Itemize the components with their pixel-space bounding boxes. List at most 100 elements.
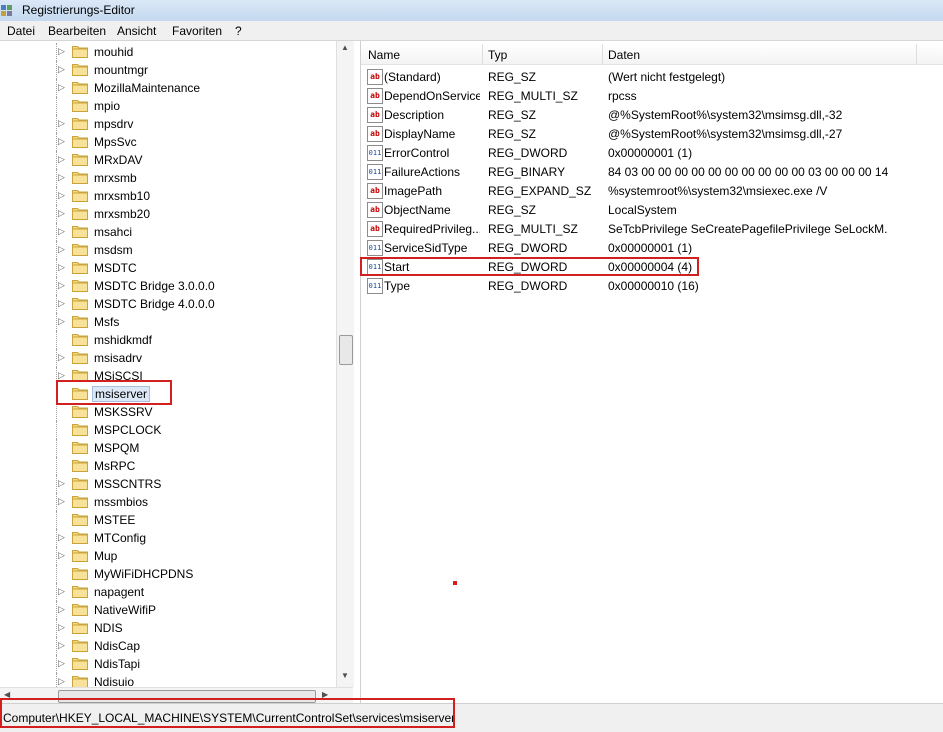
expand-arrow-icon[interactable]: ▷ (58, 208, 65, 219)
value-name: ImagePath (384, 184, 443, 198)
expand-arrow-icon[interactable]: ▷ (58, 658, 65, 669)
value-row[interactable]: 011 ErrorControl REG_DWORD 0x00000001 (1) (361, 143, 943, 162)
scroll-thumb[interactable] (339, 335, 353, 365)
expand-arrow-icon[interactable]: ▷ (58, 316, 65, 327)
expand-arrow-icon[interactable]: ▷ (58, 262, 65, 273)
expand-arrow-icon[interactable]: ▷ (58, 676, 65, 687)
tree-item[interactable]: mpio (0, 97, 336, 115)
tree-item[interactable]: ▷ mouhid (0, 43, 336, 61)
column-header-data[interactable]: Daten (608, 48, 640, 62)
tree-line (56, 457, 58, 475)
expand-arrow-icon[interactable]: ▷ (58, 604, 65, 615)
value-row[interactable]: 011 FailureActions REG_BINARY 84 03 00 00 0… (361, 162, 943, 181)
value-name: (Standard) (384, 70, 441, 84)
expand-arrow-icon[interactable]: ▷ (58, 352, 65, 363)
expand-arrow-icon[interactable]: ▷ (58, 280, 65, 291)
tree-item[interactable]: ▷ mrxsmb (0, 169, 336, 187)
tree-item[interactable]: ▷ NativeWifiP (0, 601, 336, 619)
menu-datei[interactable]: Datei (7, 24, 35, 38)
folder-icon (72, 298, 88, 310)
binary-value-icon: 011 (367, 145, 383, 161)
expand-arrow-icon[interactable]: ▷ (58, 622, 65, 633)
tree-item[interactable]: ▷ MSDTC (0, 259, 336, 277)
expand-arrow-icon[interactable]: ▷ (58, 46, 65, 57)
folder-icon (72, 424, 88, 436)
tree-item[interactable]: ▷ Msfs (0, 313, 336, 331)
tree-item[interactable]: ▷ msdsm (0, 241, 336, 259)
value-name: DependOnService (384, 89, 480, 103)
menu-help[interactable]: ? (235, 24, 242, 38)
expand-arrow-icon[interactable]: ▷ (58, 244, 65, 255)
expand-arrow-icon[interactable]: ▷ (58, 154, 65, 165)
expand-arrow-icon[interactable]: ▷ (58, 496, 65, 507)
expand-arrow-icon[interactable]: ▷ (58, 478, 65, 489)
menu-bearbeiten[interactable]: Bearbeiten (48, 24, 106, 38)
tree-vertical-scrollbar[interactable]: ▲ ▼ (336, 41, 354, 687)
tree-item-label: MSKSSRV (94, 405, 153, 419)
tree-item[interactable]: ▷ MRxDAV (0, 151, 336, 169)
tree-item[interactable]: ▷ MTConfig (0, 529, 336, 547)
menu-favoriten[interactable]: Favoriten (172, 24, 222, 38)
tree-item[interactable]: mshidkmdf (0, 331, 336, 349)
value-row[interactable]: ab DisplayName REG_SZ @%SystemRoot%\system3… (361, 124, 943, 143)
expand-arrow-icon[interactable]: ▷ (58, 640, 65, 651)
expand-arrow-icon[interactable]: ▷ (58, 82, 65, 93)
expand-arrow-icon[interactable]: ▷ (58, 550, 65, 561)
value-row[interactable]: 011 ServiceSidType REG_DWORD 0x00000001 (1) (361, 238, 943, 257)
expand-arrow-icon[interactable]: ▷ (58, 64, 65, 75)
tree-item[interactable]: ▷ NdisTapi (0, 655, 336, 673)
value-row[interactable]: ab (Standard) REG_SZ (Wert nicht festgelegt… (361, 67, 943, 86)
tree-item[interactable]: ▷ napagent (0, 583, 336, 601)
tree-item[interactable]: ▷ MpsSvc (0, 133, 336, 151)
tree-item[interactable]: ▷ MSDTC Bridge 3.0.0.0 (0, 277, 336, 295)
expand-arrow-icon[interactable]: ▷ (58, 172, 65, 183)
tree-item[interactable]: MsRPC (0, 457, 336, 475)
scroll-down-arrow-icon[interactable]: ▼ (341, 671, 349, 680)
value-row[interactable]: ab ImagePath REG_EXPAND_SZ %systemroot%\sys… (361, 181, 943, 200)
tree-item[interactable]: ▷ mrxsmb20 (0, 205, 336, 223)
value-data: %systemroot%\system32\msiexec.exe /V (608, 184, 828, 198)
expand-arrow-icon[interactable]: ▷ (58, 298, 65, 309)
tree-item[interactable]: MSPQM (0, 439, 336, 457)
value-row[interactable]: ab ObjectName REG_SZ LocalSystem (361, 200, 943, 219)
tree-item-label: mrxsmb10 (94, 189, 151, 203)
string-value-icon: ab (367, 221, 383, 237)
expand-arrow-icon[interactable]: ▷ (58, 532, 65, 543)
tree-item[interactable]: ▷ MozillaMaintenance (0, 79, 336, 97)
expand-arrow-icon[interactable]: ▷ (58, 226, 65, 237)
tree-item[interactable]: ▷ Mup (0, 547, 336, 565)
value-row[interactable]: ab DependOnService REG_MULTI_SZ rpcss (361, 86, 943, 105)
tree-item[interactable]: ▷ MSSCNTRS (0, 475, 336, 493)
tree-line (56, 439, 58, 457)
expand-arrow-icon[interactable]: ▷ (58, 586, 65, 597)
tree-item[interactable]: MSTEE (0, 511, 336, 529)
menu-ansicht[interactable]: Ansicht (117, 24, 156, 38)
tree-item[interactable]: MSKSSRV (0, 403, 336, 421)
tree-item[interactable]: MyWiFiDHCPDNS (0, 565, 336, 583)
value-row[interactable]: 011 Type REG_DWORD 0x00000010 (16) (361, 276, 943, 295)
key-tree[interactable]: ▷ mouhid ▷ mountmgr ▷ MozillaMaintenance mpio ▷… (0, 41, 353, 701)
tree-item[interactable]: ▷ mpsdrv (0, 115, 336, 133)
tree-item[interactable]: ▷ mrxsmb10 (0, 187, 336, 205)
tree-item[interactable]: ▷ mountmgr (0, 61, 336, 79)
expand-arrow-icon[interactable]: ▷ (58, 118, 65, 129)
tree-item-label: NDIS (94, 621, 123, 635)
tree-item[interactable]: ▷ msisadrv (0, 349, 336, 367)
tree-item[interactable]: ▷ NDIS (0, 619, 336, 637)
tree-item-label: mrxsmb (94, 171, 137, 185)
column-header-name[interactable]: Name (368, 48, 400, 62)
tree-item[interactable]: ▷ msahci (0, 223, 336, 241)
value-row[interactable]: ab Description REG_SZ @%SystemRoot%\system3… (361, 105, 943, 124)
column-header-type[interactable]: Typ (488, 48, 507, 62)
tree-item[interactable]: MSPCLOCK (0, 421, 336, 439)
folder-icon (72, 568, 88, 580)
tree-item[interactable]: ▷ NdisCap (0, 637, 336, 655)
expand-arrow-icon[interactable]: ▷ (58, 136, 65, 147)
value-type: REG_MULTI_SZ (488, 222, 578, 236)
scroll-up-arrow-icon[interactable]: ▲ (341, 43, 349, 52)
expand-arrow-icon[interactable]: ▷ (58, 190, 65, 201)
tree-item[interactable]: ▷ mssmbios (0, 493, 336, 511)
value-row[interactable]: ab RequiredPrivileg... REG_MULTI_SZ SeTcbPr… (361, 219, 943, 238)
tree-item-label: MpsSvc (94, 135, 137, 149)
tree-item[interactable]: ▷ MSDTC Bridge 4.0.0.0 (0, 295, 336, 313)
